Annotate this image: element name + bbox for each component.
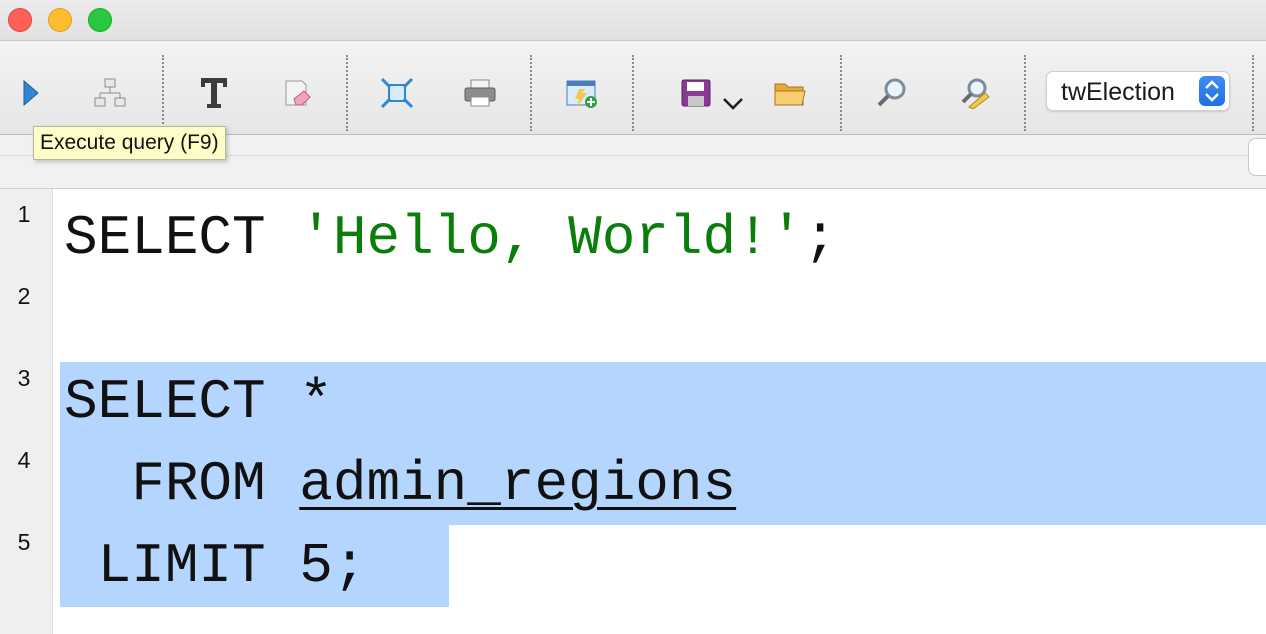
toolbar: twElection (0, 41, 1266, 135)
magnifier-pencil-icon (961, 78, 990, 109)
save-button[interactable] (678, 75, 714, 111)
line-number: 5 (17, 529, 31, 555)
side-input-field[interactable] (1248, 138, 1266, 176)
toolbar-separator (632, 55, 634, 131)
toolbar-separator (1252, 55, 1254, 131)
line-number-gutter: 1 2 3 4 5 (0, 189, 53, 634)
toolbar-separator (346, 55, 348, 131)
find-button[interactable] (874, 75, 910, 111)
magnifier-icon (877, 78, 906, 107)
string-literal: 'Hello, World!' (299, 206, 804, 270)
hierarchy-icon (94, 78, 126, 107)
line-number: 2 (17, 283, 31, 309)
toolbar-separator (530, 55, 532, 131)
toolbar-separator (1024, 55, 1026, 131)
clear-editor-button[interactable] (278, 75, 314, 111)
sql-keyword: FROM (64, 452, 300, 516)
updown-stepper-icon (1199, 76, 1225, 106)
explain-query-button[interactable] (92, 75, 128, 111)
code-line-3[interactable]: SELECT * (64, 361, 333, 443)
execute-query-button[interactable] (12, 75, 48, 111)
find-replace-button[interactable] (956, 75, 992, 111)
print-button[interactable] (462, 75, 498, 111)
play-triangle-icon (23, 79, 39, 107)
expand-arrows-icon (380, 77, 414, 109)
folder-icon (774, 83, 806, 106)
new-window-icon (566, 80, 597, 108)
text-mode-button[interactable] (196, 75, 232, 111)
line-number: 4 (17, 447, 31, 473)
save-options-dropdown[interactable] (716, 85, 750, 121)
toolbar-separator (162, 55, 164, 131)
expand-button[interactable] (379, 75, 415, 111)
code-line-4[interactable]: FROM admin_regions (64, 443, 736, 525)
toolbar-separator (840, 55, 842, 131)
floppy-disk-icon (681, 79, 711, 107)
printer-icon (464, 79, 496, 107)
execute-query-tooltip: Execute query (F9) (33, 126, 226, 160)
title-bar (0, 0, 1266, 41)
statement-terminator: ; (803, 206, 837, 270)
minimize-window-button[interactable] (48, 8, 72, 32)
table-name: admin_regions (299, 452, 737, 516)
database-select-value: twElection (1061, 78, 1175, 106)
new-query-tab-button[interactable] (564, 75, 600, 111)
code-line-5[interactable]: LIMIT 5; (64, 525, 367, 607)
eraser-icon (285, 80, 311, 106)
open-file-button[interactable] (772, 75, 808, 111)
line-number: 3 (17, 365, 31, 391)
database-select[interactable]: twElection (1046, 71, 1230, 111)
sql-keyword: SELECT (64, 206, 300, 270)
line-number: 1 (17, 201, 31, 227)
close-window-button[interactable] (8, 8, 32, 32)
code-line-1[interactable]: SELECT 'Hello, World!'; (64, 197, 837, 279)
maximize-window-button[interactable] (88, 8, 112, 32)
text-t-icon (201, 78, 227, 108)
chevron-down-icon (723, 98, 743, 110)
